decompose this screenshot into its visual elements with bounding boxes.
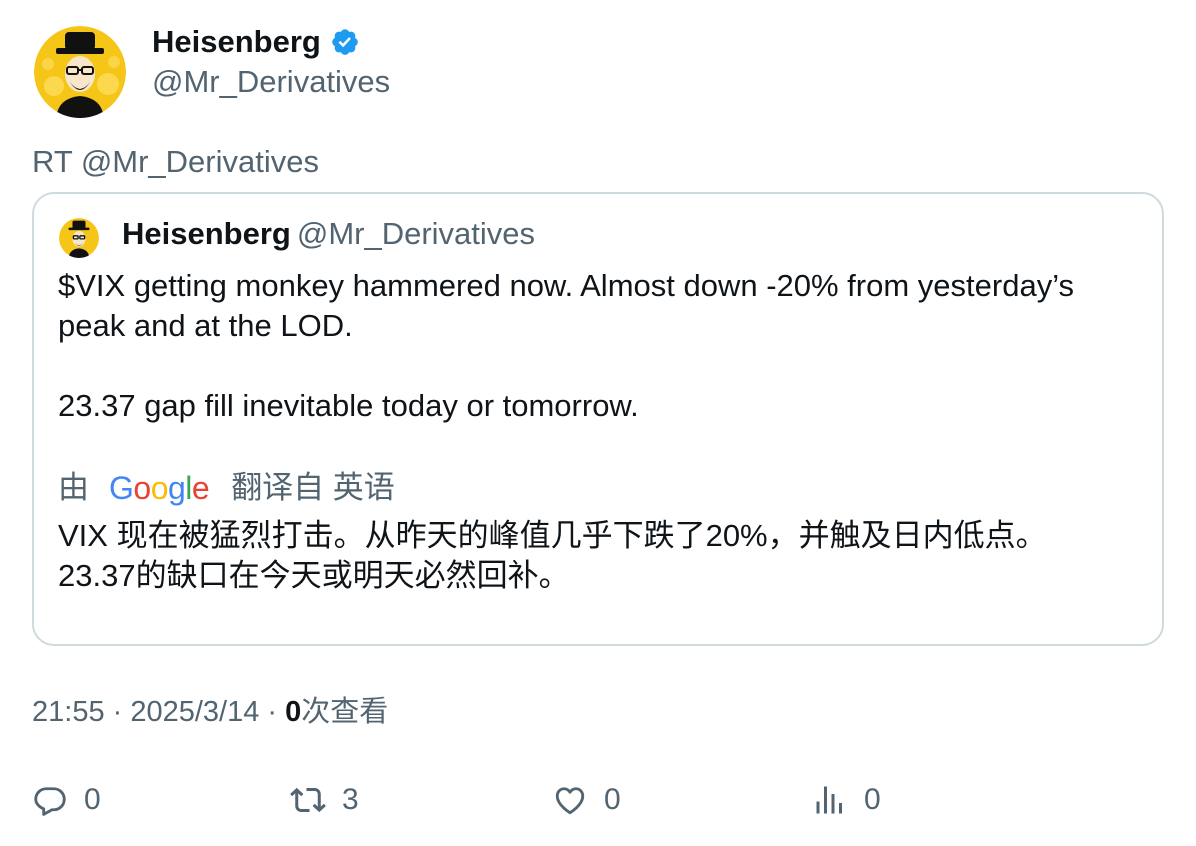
action-bar: 0 3 0 0 bbox=[32, 780, 1032, 824]
retweet-line: RT @Mr_Derivatives bbox=[32, 144, 319, 179]
translation-attribution: 由 Google 翻译自 英语 bbox=[58, 467, 395, 509]
reply-bubble-icon bbox=[34, 787, 66, 816]
like-button[interactable]: 0 bbox=[552, 780, 621, 820]
bar-chart-icon bbox=[816, 786, 842, 814]
views-label: 次查看 bbox=[301, 696, 389, 728]
author-display-name[interactable]: Heisenberg bbox=[152, 22, 321, 62]
quoted-tweet-text: $VIX getting monkey hammered now. Almost… bbox=[58, 266, 1138, 426]
retweet-count: 3 bbox=[342, 783, 359, 816]
author-avatar[interactable] bbox=[34, 26, 126, 118]
retweet-button[interactable]: 3 bbox=[290, 780, 359, 820]
retweet-arrows-icon bbox=[290, 787, 326, 813]
views-action-count: 0 bbox=[864, 783, 881, 816]
quoted-author-handle[interactable]: @Mr_Derivatives bbox=[297, 216, 535, 251]
heart-icon bbox=[555, 787, 585, 815]
heisenberg-avatar-icon bbox=[59, 218, 99, 258]
like-count: 0 bbox=[604, 783, 621, 816]
views-button[interactable]: 0 bbox=[812, 780, 881, 820]
quoted-author-avatar[interactable] bbox=[59, 218, 99, 258]
translated-text-line: 23.37的缺口在今天或明天必然回补。 bbox=[58, 558, 570, 593]
tweet-meta: 21:55 · 2025/3/14 · 0次查看 bbox=[32, 692, 388, 732]
meta-separator: · bbox=[104, 696, 131, 728]
quoted-tweet-header: Heisenberg @Mr_Derivatives bbox=[122, 214, 535, 254]
reply-count: 0 bbox=[84, 783, 101, 816]
author-handle[interactable]: @Mr_Derivatives bbox=[152, 62, 390, 102]
views-count: 0 bbox=[285, 696, 302, 728]
quoted-tweet-text-line: 23.37 gap fill inevitable today or tomor… bbox=[58, 388, 639, 423]
reply-button[interactable]: 0 bbox=[32, 780, 101, 820]
google-logo: Google bbox=[109, 470, 210, 506]
translation-source-label[interactable]: 翻译自 英语 bbox=[231, 467, 395, 509]
tweet-date[interactable]: 2025/3/14 bbox=[130, 696, 259, 728]
verified-badge-icon[interactable] bbox=[330, 27, 360, 57]
author-name-row: Heisenberg bbox=[152, 22, 360, 62]
translated-text: VIX 现在被猛烈打击。从昨天的峰值几乎下跌了20%，并触及日内低点。 23.3… bbox=[58, 516, 1148, 596]
quoted-tweet-card[interactable]: Heisenberg @Mr_Derivatives $VIX getting m… bbox=[32, 192, 1164, 646]
quoted-author-display-name[interactable]: Heisenberg bbox=[122, 216, 291, 251]
meta-separator: · bbox=[259, 696, 286, 728]
translated-text-line: VIX 现在被猛烈打击。从昨天的峰值几乎下跌了20%，并触及日内低点。 bbox=[58, 518, 1047, 553]
heisenberg-avatar-icon bbox=[34, 26, 126, 118]
quoted-tweet-text-line: $VIX getting monkey hammered now. Almost… bbox=[58, 268, 1075, 343]
tweet-time[interactable]: 21:55 bbox=[32, 696, 105, 728]
translation-by-label: 由 bbox=[58, 470, 89, 505]
